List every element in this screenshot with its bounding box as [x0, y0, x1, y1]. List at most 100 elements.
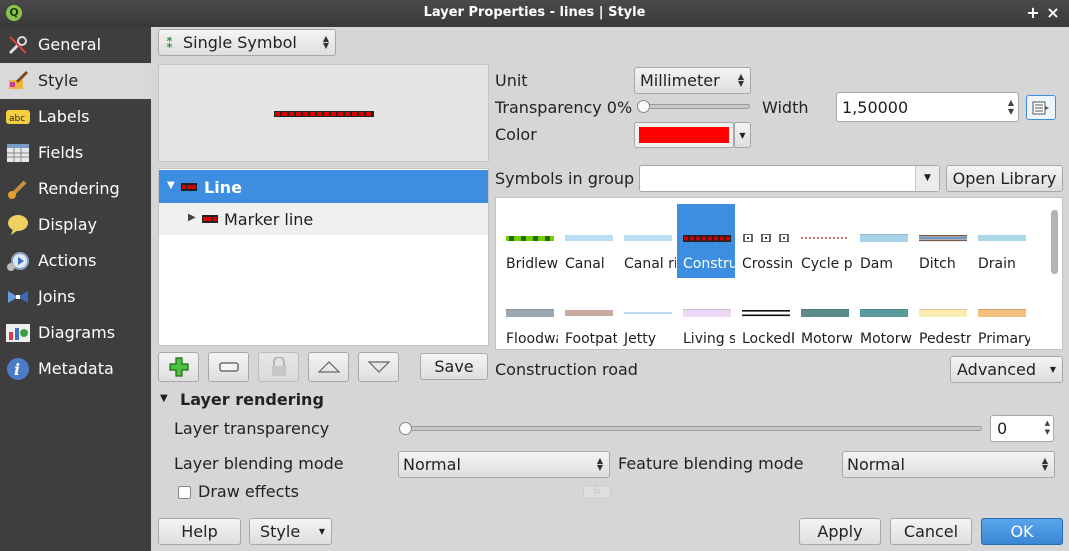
- sidebar-item-joins[interactable]: Joins: [0, 279, 151, 315]
- symbol-name: Pedestrian: [919, 331, 971, 347]
- transparency-slider[interactable]: [640, 104, 750, 109]
- spin-arrows-icon[interactable]: ▲ ▼: [1045, 419, 1050, 437]
- layer-blending-value: Normal: [403, 455, 461, 474]
- move-up-button[interactable]: [308, 352, 349, 382]
- symbol-item[interactable]: Canal river: [618, 204, 676, 278]
- symbol-list[interactable]: Bridleway Canal Canal river Construction ro…: [495, 197, 1063, 350]
- symbol-item[interactable]: Footpath: [559, 279, 617, 349]
- symbol-item[interactable]: Dam: [854, 204, 912, 278]
- sidebar-item-label: Diagrams: [38, 323, 116, 342]
- symbol-item[interactable]: Primary: [972, 279, 1030, 349]
- speech-bubble-icon: [6, 213, 30, 237]
- tree-row-marker-line[interactable]: ▶ Marker line: [159, 203, 488, 235]
- unit-label: Unit: [495, 71, 528, 90]
- symbol-item[interactable]: Cycle path: [795, 204, 853, 278]
- sidebar-item-label: Rendering: [38, 179, 120, 198]
- collapse-arrow-icon[interactable]: ▼: [160, 393, 168, 404]
- symbol-preview-line: [742, 303, 790, 317]
- symbol-item[interactable]: Motorway: [795, 279, 853, 349]
- tree-row-line[interactable]: ▼ Line: [159, 170, 488, 203]
- draw-effects-label[interactable]: Draw effects: [198, 482, 299, 501]
- remove-symbol-layer-button[interactable]: [208, 352, 249, 382]
- apply-button[interactable]: Apply: [799, 518, 881, 545]
- add-symbol-layer-button[interactable]: [158, 352, 199, 382]
- sidebar-item-label: Joins: [38, 287, 76, 306]
- layer-rendering-header[interactable]: Layer rendering: [180, 390, 324, 409]
- chevron-down-icon[interactable]: ▼: [915, 166, 939, 191]
- color-label: Color: [495, 125, 537, 144]
- sidebar-item-label: Metadata: [38, 359, 114, 378]
- expand-arrow-icon[interactable]: ▶: [188, 212, 196, 223]
- renderer-type-select[interactable]: ⁑ Single Symbol ▲ ▼: [158, 29, 336, 56]
- effects-button[interactable]: ☆: [583, 484, 611, 499]
- sidebar-item-label: Labels: [38, 107, 90, 126]
- chevron-down-icon: ▼: [318, 527, 325, 536]
- sidebar-item-labels[interactable]: abc Labels: [0, 99, 151, 135]
- symbol-preview-line: [683, 303, 731, 317]
- open-library-button[interactable]: Open Library: [946, 165, 1063, 192]
- sidebar-item-diagrams[interactable]: Diagrams: [0, 315, 151, 351]
- symbol-item[interactable]: Floodwall: [500, 279, 558, 349]
- feature-blending-select[interactable]: Normal ▲ ▼: [842, 451, 1055, 478]
- wrench-icon: [6, 33, 30, 57]
- close-button[interactable]: ×: [1044, 3, 1062, 22]
- sidebar-item-style[interactable]: Style: [0, 63, 151, 99]
- symbol-item[interactable]: Construction road: [677, 204, 735, 278]
- symbol-preview: [158, 64, 489, 162]
- symbol-list-scrollbar[interactable]: [1051, 210, 1058, 274]
- sidebar-item-metadata[interactable]: i Metadata: [0, 351, 151, 387]
- lock-layer-button[interactable]: [258, 352, 299, 382]
- layer-transparency-spinbox[interactable]: 0 ▲ ▼: [990, 415, 1054, 442]
- symbol-item[interactable]: Living street: [677, 279, 735, 349]
- spin-arrows-icon[interactable]: ▲ ▼: [1008, 98, 1014, 116]
- advanced-menu-button[interactable]: Advanced ▼: [950, 356, 1063, 383]
- symbol-preview-line: [978, 228, 1026, 241]
- symbol-preview-line: [624, 303, 672, 314]
- symbol-preview-line: [506, 228, 554, 241]
- symbol-item[interactable]: LockedRoad: [736, 279, 794, 349]
- symbol-item[interactable]: Motorway link: [854, 279, 912, 349]
- style-menu-button[interactable]: Style ▼: [249, 518, 332, 545]
- maximize-button[interactable]: +: [1024, 3, 1042, 22]
- plus-icon: [168, 357, 189, 377]
- symbol-preview-line: [860, 228, 908, 242]
- ok-button[interactable]: OK: [981, 518, 1063, 545]
- data-defined-icon: [1032, 101, 1049, 114]
- data-defined-override-button[interactable]: [1026, 95, 1056, 120]
- unit-select[interactable]: Millimeter ▲ ▼: [634, 67, 751, 94]
- help-button[interactable]: Help: [158, 518, 241, 545]
- symbol-name: Floodwall: [506, 331, 558, 347]
- symbol-name: Construction road: [683, 256, 735, 272]
- collapse-arrow-icon[interactable]: ▼: [167, 180, 175, 191]
- symbol-item[interactable]: Drain: [972, 204, 1030, 278]
- layer-transparency-slider[interactable]: [404, 426, 982, 431]
- layer-transparency-handle[interactable]: [399, 422, 412, 435]
- sidebar-item-general[interactable]: General: [0, 27, 151, 63]
- cancel-button[interactable]: Cancel: [890, 518, 972, 545]
- save-symbol-button[interactable]: Save: [420, 353, 488, 380]
- symbol-item[interactable]: Canal: [559, 204, 617, 278]
- move-down-button[interactable]: [358, 352, 399, 382]
- symbol-item[interactable]: Bridleway: [500, 204, 558, 278]
- layer-blending-select[interactable]: Normal ▲ ▼: [398, 451, 610, 478]
- lock-icon: [271, 357, 286, 376]
- layer-blending-label: Layer blending mode: [174, 454, 344, 473]
- sidebar-item-actions[interactable]: Actions: [0, 243, 151, 279]
- symbol-preview-line: [565, 228, 613, 241]
- width-spinbox[interactable]: 1,50000 ▲ ▼: [836, 92, 1019, 122]
- sidebar-item-fields[interactable]: Fields: [0, 135, 151, 171]
- draw-effects-checkbox[interactable]: [178, 486, 191, 499]
- symbol-name: Motorway link: [860, 331, 912, 347]
- color-menu-button[interactable]: ▼: [734, 122, 751, 148]
- symbol-group-select[interactable]: ▼: [639, 165, 940, 192]
- transparency-slider-handle[interactable]: [637, 100, 650, 113]
- symbol-item[interactable]: Ditch: [913, 204, 971, 278]
- color-button[interactable]: [634, 122, 734, 148]
- symbol-item[interactable]: Crossing: [736, 204, 794, 278]
- symbol-preview-line: [742, 228, 789, 243]
- sidebar-item-display[interactable]: Display: [0, 207, 151, 243]
- symbol-item[interactable]: Jetty: [618, 279, 676, 349]
- symbol-name: Ditch: [919, 256, 956, 272]
- sidebar-item-rendering[interactable]: Rendering: [0, 171, 151, 207]
- symbol-item[interactable]: Pedestrian: [913, 279, 971, 349]
